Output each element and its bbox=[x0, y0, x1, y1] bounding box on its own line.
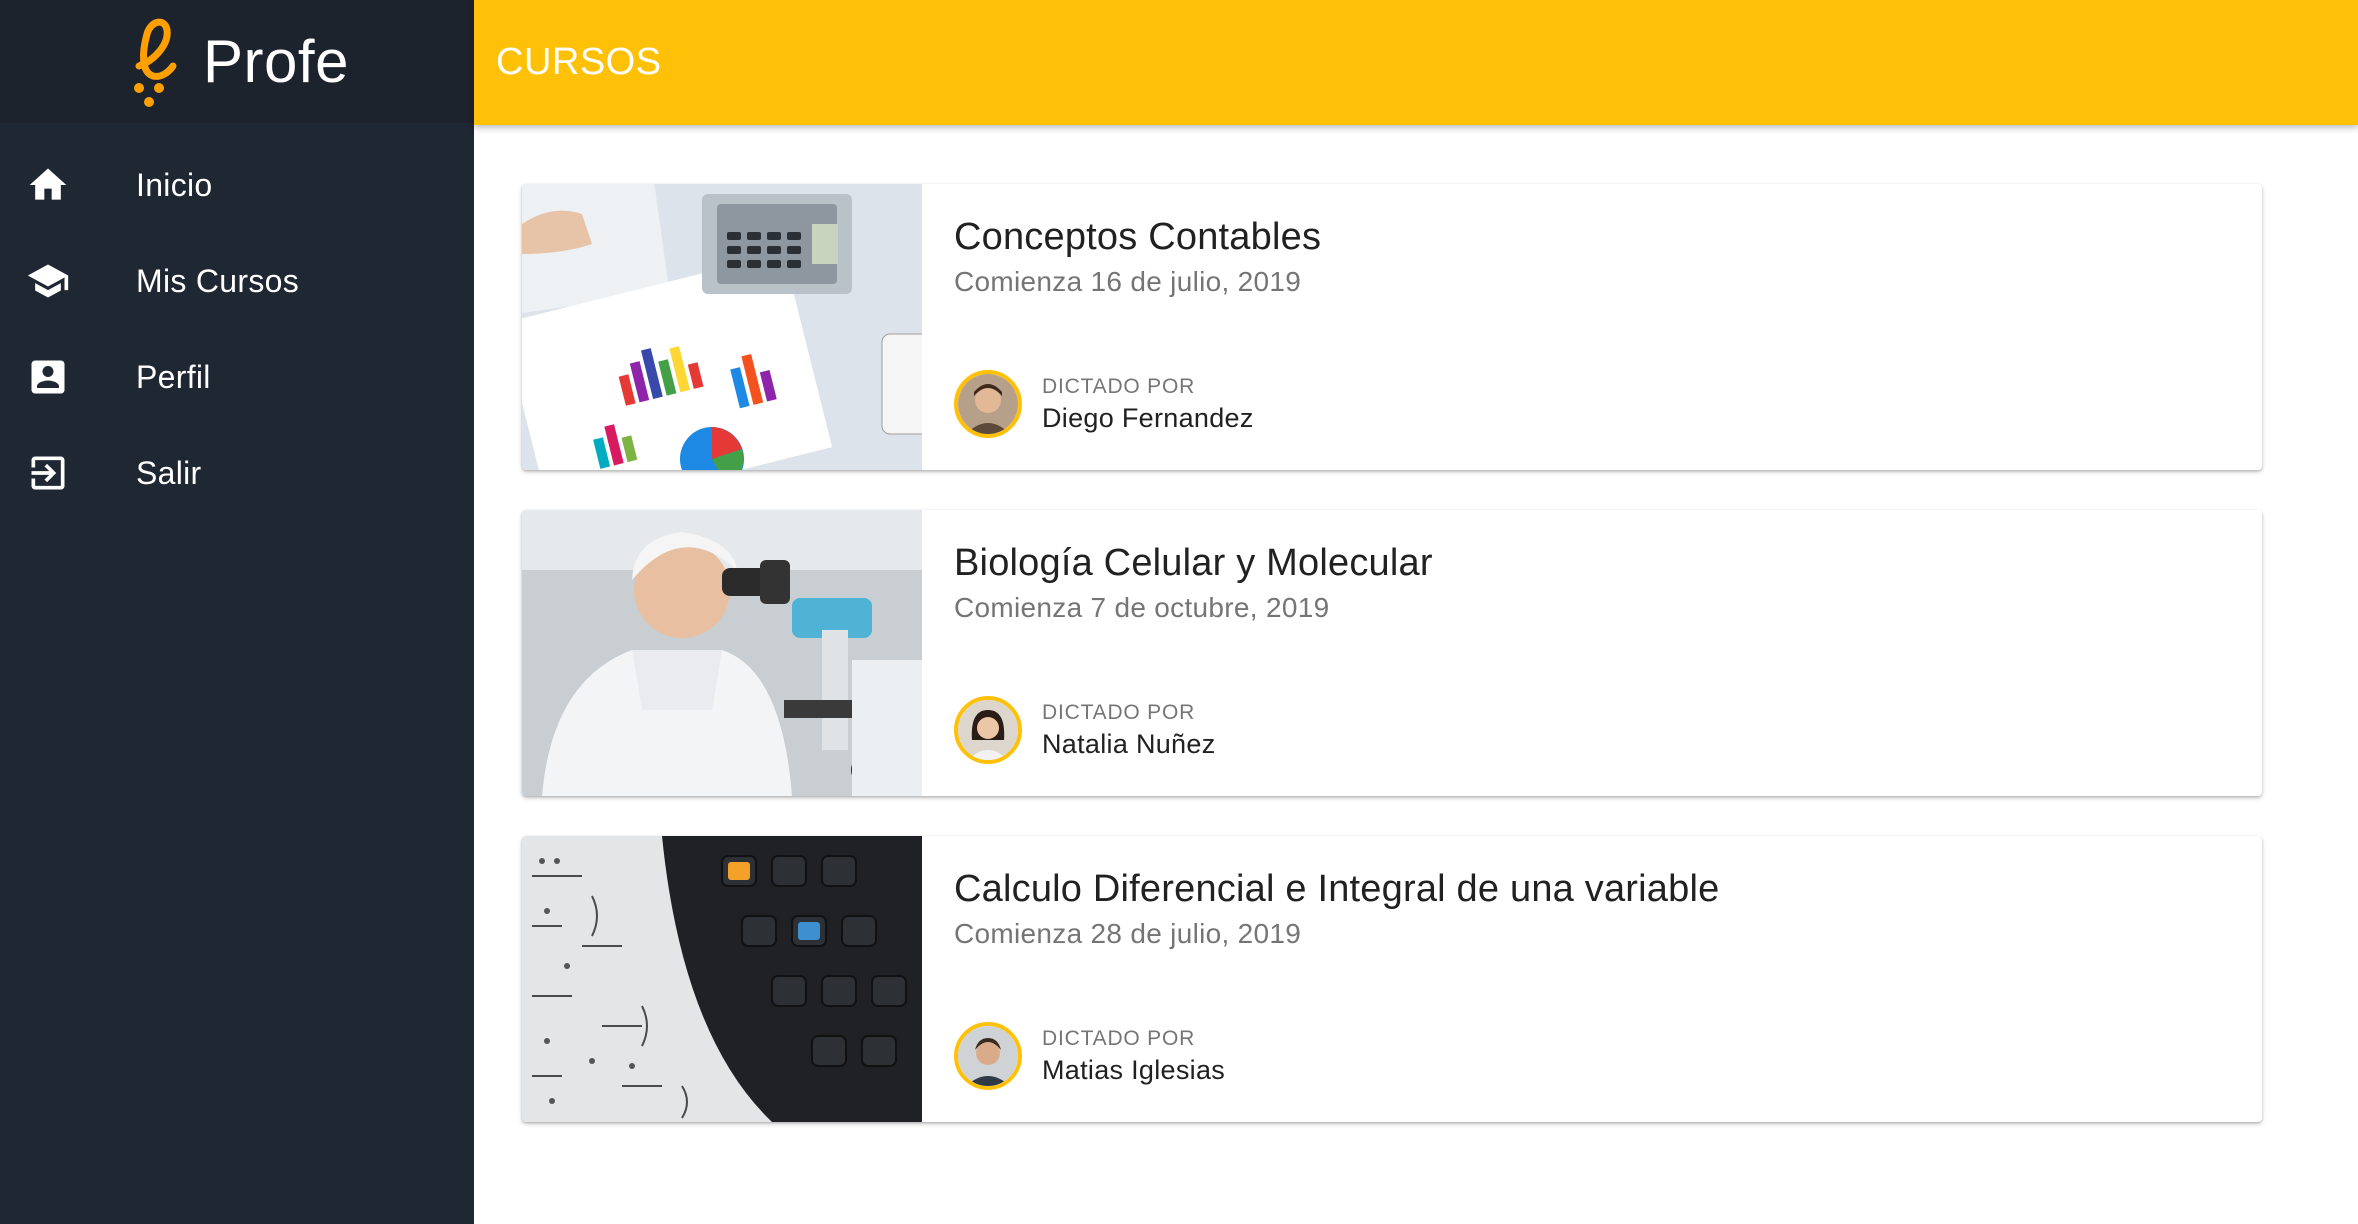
course-card[interactable]: Biología Celular y Molecular Comienza 7 … bbox=[522, 510, 2262, 796]
avatar bbox=[954, 696, 1022, 764]
brand[interactable]: Profe bbox=[0, 0, 474, 123]
accounting-charts-image bbox=[522, 184, 922, 470]
course-teacher: DICTADO POR Natalia Nuñez bbox=[954, 696, 1216, 764]
teacher-caption: DICTADO POR bbox=[1042, 374, 1196, 398]
exit-icon bbox=[26, 451, 70, 495]
avatar bbox=[954, 1022, 1022, 1090]
course-card-body: Biología Celular y Molecular Comienza 7 … bbox=[922, 510, 2262, 796]
sidebar-item-mis-cursos[interactable]: Mis Cursos bbox=[0, 233, 474, 329]
teacher-name: Diego Fernandez bbox=[1042, 402, 1254, 433]
app-root: Profe Inicio Mis Cursos Perfil Salir CUR… bbox=[0, 0, 2358, 1224]
sidebar-item-label: Perfil bbox=[136, 358, 211, 395]
top-app-bar: CURSOS bbox=[474, 0, 2358, 125]
course-card-body: Calculo Diferencial e Integral de una va… bbox=[922, 836, 2262, 1122]
course-title: Biología Celular y Molecular bbox=[954, 542, 1433, 584]
page-title: CURSOS bbox=[496, 41, 662, 83]
sidebar-item-label: Inicio bbox=[136, 166, 213, 203]
teacher-info: DICTADO POR Natalia Nuñez bbox=[1042, 701, 1216, 760]
graduation-cap-icon bbox=[26, 259, 70, 303]
course-card[interactable]: Conceptos Contables Comienza 16 de julio… bbox=[522, 184, 2262, 470]
course-start-date: Comienza 16 de julio, 2019 bbox=[954, 266, 1302, 297]
e-logo-icon bbox=[134, 18, 177, 107]
course-start-date: Comienza 28 de julio, 2019 bbox=[954, 918, 1302, 949]
teacher-info: DICTADO POR Diego Fernandez bbox=[1042, 375, 1254, 434]
teacher-name: Matias Iglesias bbox=[1042, 1054, 1226, 1085]
course-card[interactable]: Calculo Diferencial e Integral de una va… bbox=[522, 836, 2262, 1122]
calculator-equations-image bbox=[522, 836, 922, 1122]
sidebar-item-label: Salir bbox=[136, 454, 202, 491]
course-list: Conceptos Contables Comienza 16 de julio… bbox=[474, 125, 2358, 1224]
teacher-caption: DICTADO POR bbox=[1042, 700, 1196, 724]
home-icon bbox=[26, 163, 70, 207]
avatar bbox=[954, 370, 1022, 438]
sidebar-item-inicio[interactable]: Inicio bbox=[0, 137, 474, 233]
sidebar: Profe Inicio Mis Cursos Perfil Salir bbox=[0, 0, 474, 1224]
sidebar-item-perfil[interactable]: Perfil bbox=[0, 329, 474, 425]
course-card-body: Conceptos Contables Comienza 16 de julio… bbox=[922, 184, 2262, 470]
sidebar-item-salir[interactable]: Salir bbox=[0, 425, 474, 521]
teacher-name: Natalia Nuñez bbox=[1042, 728, 1216, 759]
account-box-icon bbox=[26, 355, 70, 399]
course-title: Conceptos Contables bbox=[954, 216, 1322, 258]
teacher-caption: DICTADO POR bbox=[1042, 1026, 1196, 1050]
course-start-date: Comienza 7 de octubre, 2019 bbox=[954, 592, 1330, 623]
course-title: Calculo Diferencial e Integral de una va… bbox=[954, 868, 1720, 910]
brand-name: Profe bbox=[203, 28, 349, 95]
course-teacher: DICTADO POR Diego Fernandez bbox=[954, 370, 1254, 438]
microscope-scientist-image bbox=[522, 510, 922, 796]
course-teacher: DICTADO POR Matias Iglesias bbox=[954, 1022, 1225, 1090]
sidebar-item-label: Mis Cursos bbox=[136, 262, 300, 299]
sidebar-nav: Inicio Mis Cursos Perfil Salir bbox=[0, 137, 474, 521]
teacher-info: DICTADO POR Matias Iglesias bbox=[1042, 1027, 1225, 1086]
